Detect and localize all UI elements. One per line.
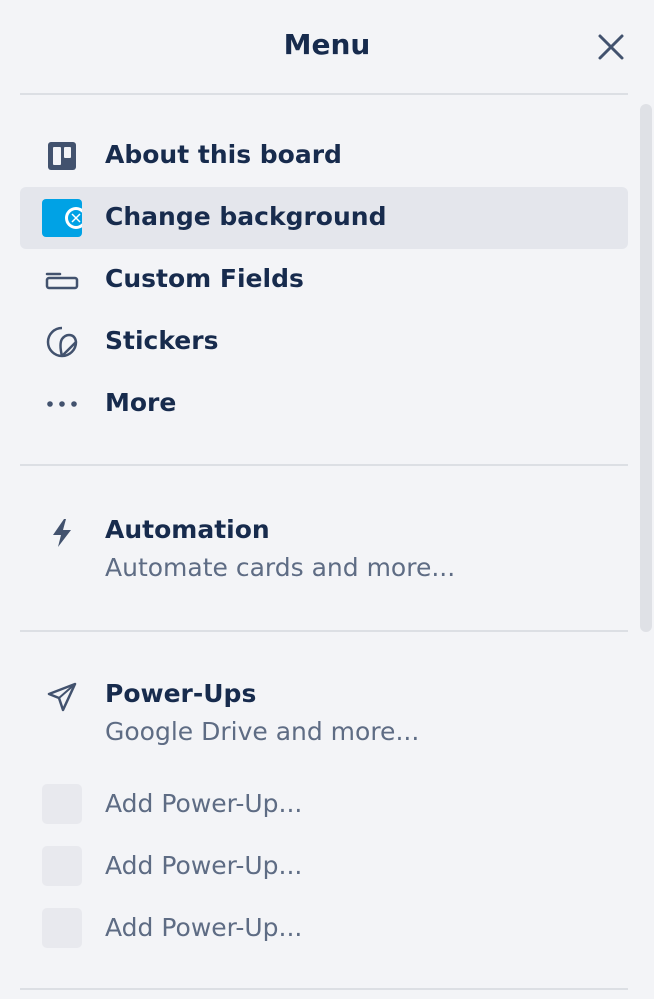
- board-icon: [42, 138, 82, 174]
- powerups-title: Power-Ups: [105, 679, 257, 708]
- powerup-placeholder-icon: [42, 908, 82, 948]
- menu-item-more[interactable]: More: [20, 373, 628, 435]
- powerups-section[interactable]: Power-Ups Google Drive and more...: [20, 677, 628, 787]
- menu-header: Menu: [0, 0, 654, 94]
- sticker-icon: [42, 324, 82, 360]
- menu-item-about-board[interactable]: About this board: [20, 125, 628, 187]
- add-powerup-label: Add Power-Up...: [105, 789, 303, 818]
- lightning-icon: [42, 513, 82, 553]
- menu-item-label: More: [105, 388, 177, 417]
- automation-subtitle: Automate cards and more...: [105, 553, 456, 582]
- section-divider: [20, 988, 628, 990]
- powerups-subtitle: Google Drive and more...: [105, 717, 420, 746]
- custom-fields-icon: [42, 262, 82, 298]
- menu-item-custom-fields[interactable]: Custom Fields: [20, 249, 628, 311]
- menu-item-label: Custom Fields: [105, 264, 304, 293]
- close-icon: [598, 34, 624, 60]
- scrollbar-thumb[interactable]: [640, 104, 652, 632]
- menu-item-change-background[interactable]: Change background: [20, 187, 628, 249]
- add-powerup-label: Add Power-Up...: [105, 851, 303, 880]
- section-divider: [20, 464, 628, 466]
- background-icon: [42, 199, 82, 237]
- menu-item-label: About this board: [105, 140, 342, 169]
- menu-item-label: Stickers: [105, 326, 219, 355]
- add-powerup-label: Add Power-Up...: [105, 913, 303, 942]
- automation-section[interactable]: Automation Automate cards and more...: [20, 513, 628, 623]
- rocket-icon: [42, 677, 82, 717]
- menu-item-stickers[interactable]: Stickers: [20, 311, 628, 373]
- automation-title: Automation: [105, 515, 270, 544]
- header-divider: [20, 93, 628, 95]
- powerup-placeholder-icon: [42, 846, 82, 886]
- add-powerup-item[interactable]: Add Power-Up...: [20, 841, 628, 891]
- powerup-placeholder-icon: [42, 784, 82, 824]
- close-button[interactable]: [592, 28, 630, 66]
- menu-title: Menu: [283, 28, 371, 61]
- menu-item-label: Change background: [105, 202, 387, 231]
- add-powerup-item[interactable]: Add Power-Up...: [20, 779, 628, 829]
- section-divider: [20, 630, 628, 632]
- more-icon: [42, 386, 82, 422]
- add-powerup-item[interactable]: Add Power-Up...: [20, 903, 628, 953]
